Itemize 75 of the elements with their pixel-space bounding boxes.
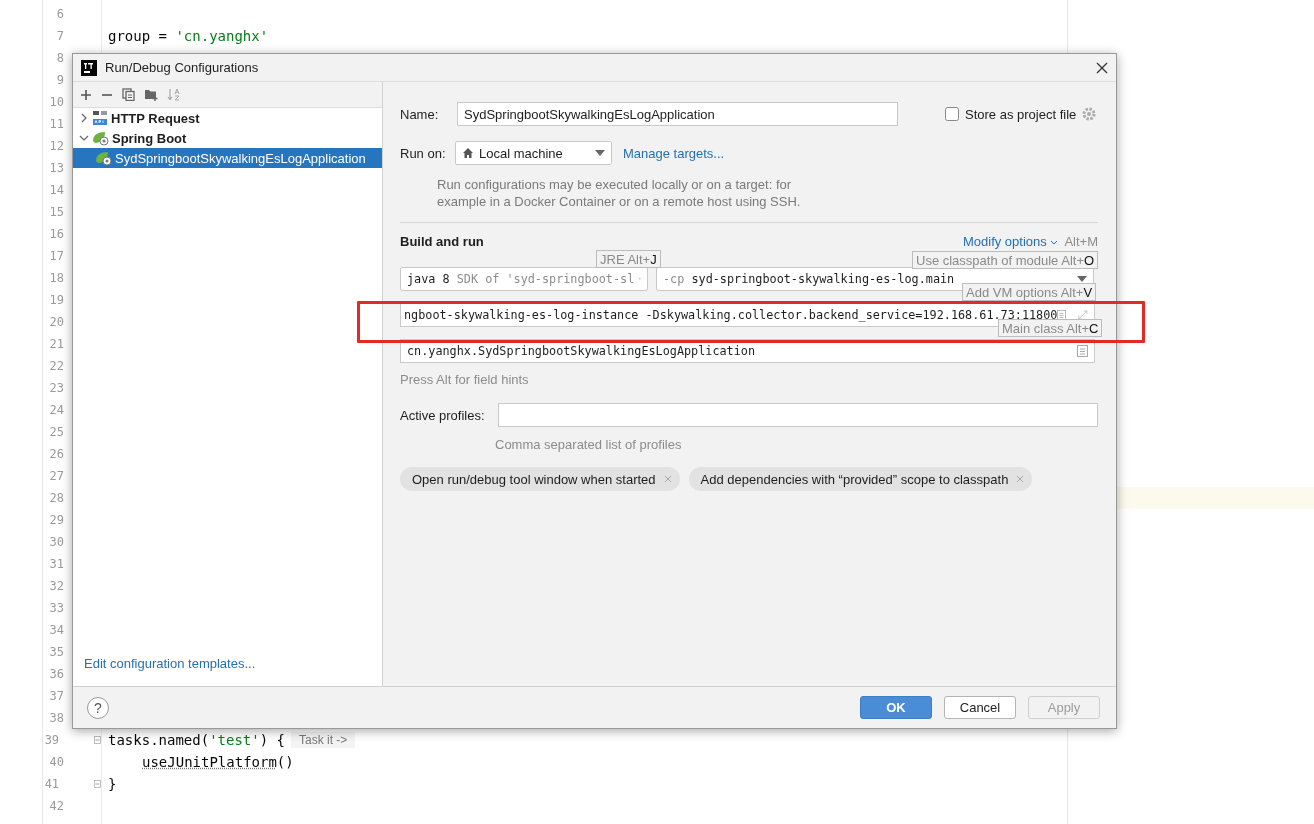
line-number: 24 [48, 403, 64, 417]
shortcut-tooltip: Add VM options Alt+V [962, 283, 1097, 301]
field-label: Active profiles: [400, 407, 486, 423]
option-chip[interactable]: Add dependencies with “provided” scope to classpath [688, 467, 1033, 491]
shortcut-label: Alt+M [1064, 233, 1098, 249]
run-on-dropdown[interactable]: Local machine [455, 141, 612, 165]
method-call: useJUnitPlatform [142, 754, 277, 770]
code-text: ) { [259, 732, 286, 748]
inlay-hint: Task it -> [291, 732, 356, 748]
shortcut-tooltip: Use classpath of module Alt+O [912, 251, 1099, 269]
shortcut-tooltip: Main class Alt+C [998, 319, 1103, 337]
line-number: 38 [48, 711, 64, 725]
line-number: 16 [48, 227, 64, 241]
line-number: 33 [48, 601, 64, 615]
line-number: 18 [48, 271, 64, 285]
line-number: 30 [48, 535, 64, 549]
help-button[interactable]: ? [87, 696, 109, 719]
line-number: 7 [55, 29, 64, 43]
section-title: Build and run [400, 233, 485, 249]
manage-targets-link[interactable]: Manage targets... [623, 145, 725, 161]
line-number: 13 [48, 161, 64, 175]
line-number: 21 [48, 337, 64, 351]
line-number: 6 [55, 7, 64, 21]
line-number: 15 [48, 205, 64, 219]
help-text: Run configurations may be executed locally or on a target: for example in a Docker Container or on a remote host using SSH. [437, 176, 802, 210]
code-text: group = [108, 28, 168, 44]
line-number: 40 [48, 755, 64, 769]
field-label: Run on: [400, 145, 447, 161]
line-number: 25 [48, 425, 64, 439]
dialog-button[interactable]: Cancel [944, 696, 1016, 719]
tree-item[interactable]: HTTP Request [73, 108, 382, 128]
modify-options-link[interactable]: Modify options [962, 233, 1059, 249]
line-number: 31 [48, 557, 64, 571]
line-number: 17 [48, 249, 64, 263]
dialog-button: Apply [1028, 696, 1100, 719]
hint-text: Comma separated list of profiles [495, 437, 683, 452]
string-literal: 'cn.yanghx' [175, 28, 269, 44]
line-number: 32 [48, 579, 64, 593]
line-number: 29 [48, 513, 64, 527]
name-field[interactable]: SydSpringbootSkywalkingEsLogApplication [457, 102, 898, 126]
jre-dropdown[interactable]: java 8 SDK of 'syd-springboot-sl [400, 267, 648, 291]
line-number: 34 [48, 623, 64, 637]
line-number: 8 [55, 51, 64, 65]
code-text: () [276, 754, 294, 770]
line-number: 10 [48, 95, 64, 109]
string-literal: 'test' [209, 732, 260, 748]
code-text: } [108, 776, 117, 792]
tree-item[interactable]: Spring Boot [73, 128, 382, 148]
line-number: 28 [48, 491, 64, 505]
code-text: tasks.named( [108, 732, 210, 748]
line-number: 9 [55, 73, 64, 87]
line-number: 20 [48, 315, 64, 329]
option-chip[interactable]: Open run/debug tool window when started [400, 467, 680, 491]
main-class-field[interactable]: cn.yanghx.SydSpringbootSkywalkingEsLogApplication [400, 339, 1095, 363]
checkbox-label[interactable]: Store as project file [965, 106, 1077, 122]
line-number: 26 [48, 447, 64, 461]
line-number: 22 [48, 359, 64, 373]
window-title: Run/Debug Configurations [105, 60, 260, 75]
line-number: 36 [48, 667, 64, 681]
shortcut-tooltip: JRE Alt+J [596, 250, 661, 268]
line-number: 41 [43, 777, 60, 791]
line-number: 39 [43, 733, 60, 747]
line-number: 23 [48, 381, 64, 395]
line-number: 14 [48, 183, 64, 197]
line-number: 37 [48, 689, 64, 703]
field-label: Name: [400, 106, 440, 122]
line-number: 12 [48, 139, 64, 153]
line-number: 42 [48, 799, 64, 813]
line-number: 35 [48, 645, 64, 659]
templates-link[interactable]: Edit configuration templates... [84, 656, 256, 671]
hint-text: Press Alt for field hints [400, 372, 530, 387]
tree-item[interactable]: SydSpringbootSkywalkingEsLogApplication [73, 148, 382, 168]
line-number: 19 [48, 293, 64, 307]
line-number: 11 [48, 117, 64, 131]
line-number: 27 [48, 469, 64, 483]
